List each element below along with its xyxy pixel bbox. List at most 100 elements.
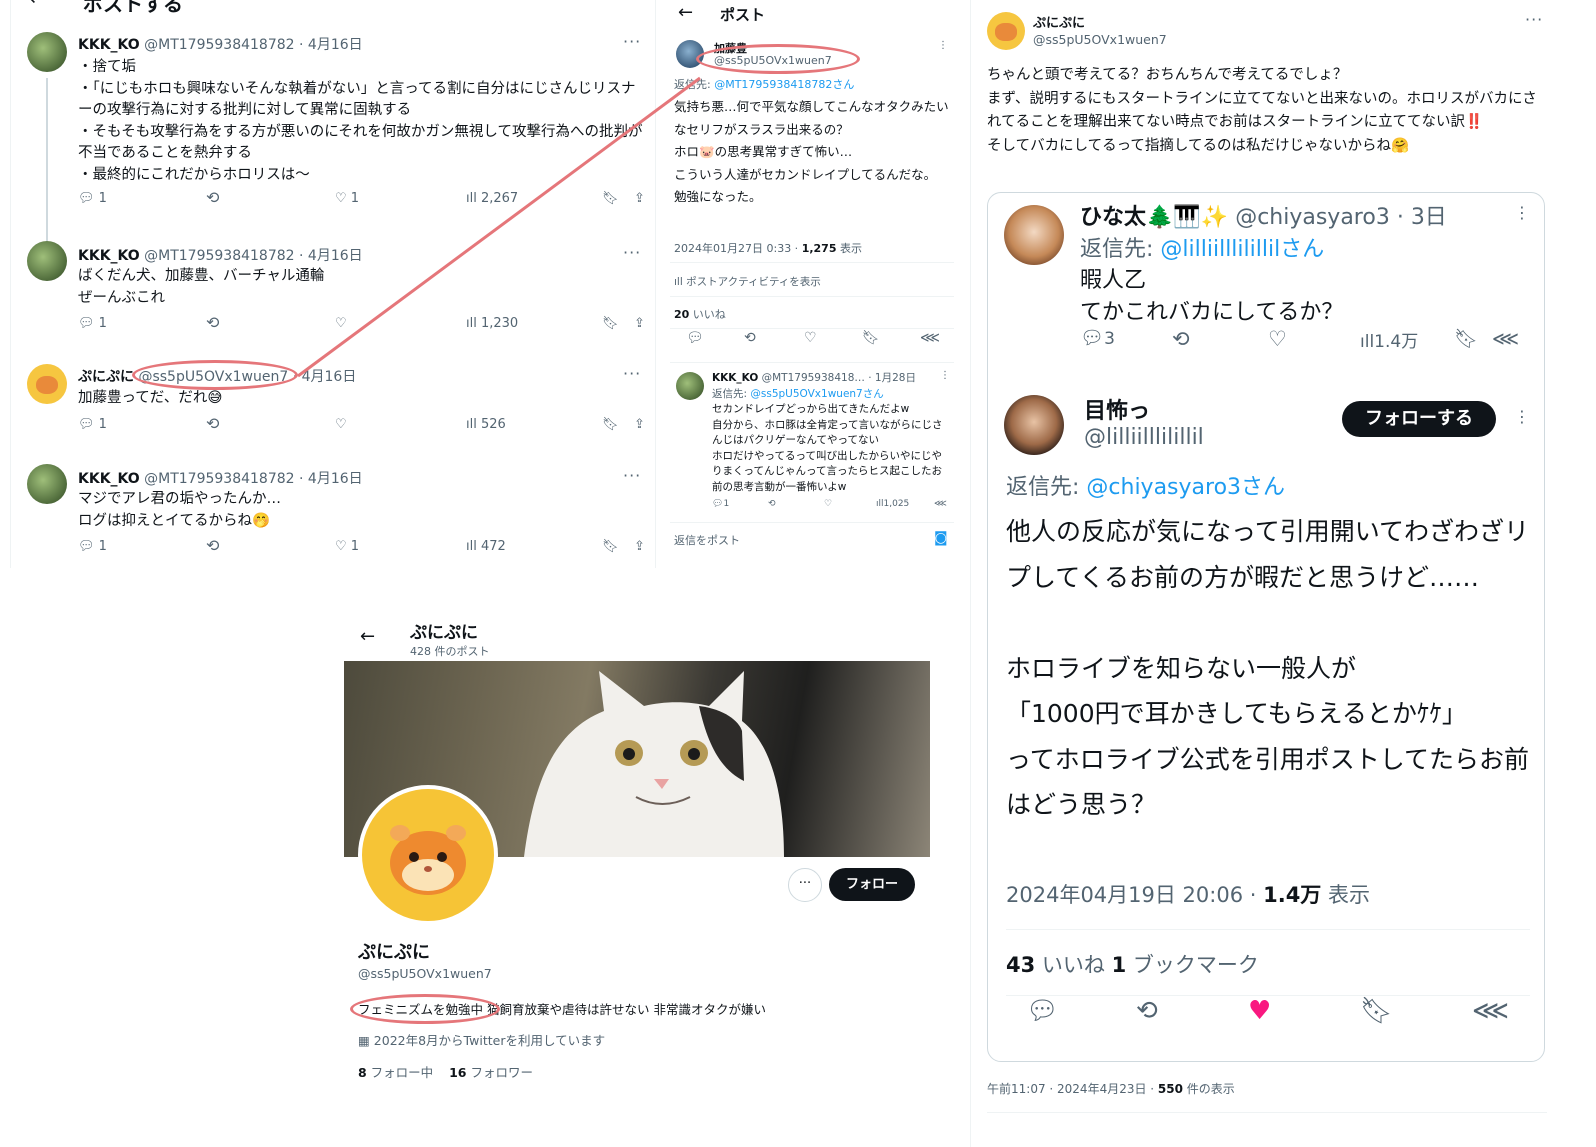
- reply-icon[interactable]: 💬︎: [1026, 998, 1059, 1024]
- share-icon[interactable]: ⇪: [634, 540, 645, 553]
- bookmark-icon[interactable]: 🔖︎: [602, 317, 619, 330]
- follow-button[interactable]: フォロー: [829, 868, 915, 901]
- retweet-icon[interactable]: ⟲: [206, 416, 219, 432]
- author-name[interactable]: KKK_KO: [78, 248, 140, 264]
- like-icon[interactable]: ♡: [1268, 328, 1287, 350]
- avatar[interactable]: [27, 464, 67, 504]
- bookmark-icon[interactable]: 🔖︎: [602, 540, 619, 553]
- quoted-post-card[interactable]: ひな太🌲🎹✨ @chiyasyaro3 · 3日 ⋮ 返信先: @lilliil…: [987, 192, 1545, 1062]
- like-stats[interactable]: 20 いいね: [674, 306, 726, 322]
- profile-avatar[interactable]: [358, 785, 498, 925]
- more-dots-icon[interactable]: ···: [623, 466, 641, 485]
- author-handle[interactable]: @MT1795938418782: [144, 471, 294, 487]
- back-arrow-icon[interactable]: ←: [678, 2, 693, 23]
- retweet-icon[interactable]: ⟲: [206, 538, 219, 554]
- views-icon[interactable]: ıll: [466, 317, 477, 330]
- back-arrow-icon[interactable]: ←: [29, 0, 46, 10]
- bookmark-icon[interactable]: 🔖︎: [602, 418, 619, 431]
- author-name[interactable]: KKK_KO: [712, 372, 758, 384]
- following-link[interactable]: 8 フォロー中: [358, 1065, 433, 1080]
- author-handle[interactable]: @lilliilllilillil: [1084, 425, 1204, 450]
- reply-to-handle[interactable]: @ss5pU5OVx1wuen7さん: [750, 388, 883, 400]
- bookmark-icon[interactable]: 🔖︎: [602, 192, 619, 205]
- author-handle[interactable]: @MT1795938418782: [144, 37, 294, 53]
- retweet-icon[interactable]: ⟲: [744, 331, 756, 345]
- avatar[interactable]: [27, 364, 67, 404]
- more-dots-icon[interactable]: ⋮: [1514, 407, 1531, 426]
- avatar[interactable]: [1004, 395, 1064, 455]
- share-icon[interactable]: ⇪: [634, 317, 645, 330]
- more-dots-icon[interactable]: ⋮: [1514, 203, 1531, 222]
- like-icon[interactable]: ♡: [335, 192, 347, 205]
- like-icon[interactable]: ♡: [824, 499, 832, 509]
- more-dots-icon[interactable]: ···: [1525, 10, 1543, 29]
- post-date[interactable]: · 3日: [1397, 205, 1447, 230]
- share-icon[interactable]: ⋘: [1492, 329, 1519, 349]
- share-icon[interactable]: ⇪: [634, 192, 645, 205]
- author-name[interactable]: ぷにぷに: [78, 369, 134, 385]
- author-name[interactable]: ひな太🌲🎹✨: [1080, 205, 1228, 230]
- followers-link[interactable]: 16 フォロワー: [449, 1065, 533, 1080]
- author-handle[interactable]: @ss5pU5OVx1wuen7: [1033, 32, 1167, 47]
- bookmark-icon[interactable]: 🔖︎: [1454, 329, 1478, 349]
- share-icon[interactable]: ⋘: [1472, 998, 1509, 1024]
- reply-to-handle[interactable]: @lilliilllilillilさん: [1160, 237, 1324, 262]
- reply-icon[interactable]: 💬︎: [78, 317, 95, 330]
- engagement-stats[interactable]: 43 いいね 1 ブックマーク: [1006, 949, 1259, 979]
- reply-icon[interactable]: 💬︎: [78, 418, 95, 431]
- share-icon[interactable]: ⋘: [934, 499, 947, 509]
- more-dots-icon[interactable]: ···: [623, 364, 641, 383]
- more-dots-icon[interactable]: ⋮: [940, 370, 951, 381]
- avatar[interactable]: [987, 12, 1025, 50]
- avatar[interactable]: [676, 372, 704, 400]
- reply-compose-input[interactable]: 返信をポスト: [674, 532, 740, 548]
- avatar[interactable]: [1004, 205, 1064, 265]
- post-date[interactable]: · 1月28日: [868, 372, 916, 384]
- like-icon[interactable]: ♡: [335, 317, 347, 330]
- views-icon[interactable]: ıll: [876, 500, 884, 509]
- author-name[interactable]: KKK_KO: [78, 37, 140, 53]
- more-dots-icon[interactable]: ···: [623, 243, 641, 262]
- author-name[interactable]: ぷにぷに: [1033, 12, 1085, 31]
- reply-to-handle[interactable]: @MT1795938418782さん: [714, 78, 854, 91]
- post-date[interactable]: · 4月16日: [299, 471, 363, 487]
- more-dots-icon[interactable]: ···: [623, 32, 641, 51]
- reply-icon[interactable]: 💬︎: [712, 500, 723, 509]
- reply-icon[interactable]: 💬︎: [78, 540, 95, 553]
- bookmark-icon[interactable]: 🔖︎: [862, 331, 880, 345]
- author-handle[interactable]: @MT1795938418782: [144, 248, 294, 264]
- post-date[interactable]: · 4月16日: [299, 248, 363, 264]
- post-activity-link[interactable]: ıll ポストアクティビティを表示: [674, 274, 821, 289]
- avatar[interactable]: [676, 40, 704, 68]
- author-handle[interactable]: @chiyasyaro3: [1235, 205, 1390, 230]
- camera-icon[interactable]: ◙: [934, 530, 948, 546]
- reply-icon[interactable]: 💬︎: [686, 331, 704, 345]
- tweet[interactable]: KKK_KO @MT1795938418782 · 4月16日 ··· ばくだん…: [11, 237, 655, 352]
- views-icon[interactable]: ıll: [1360, 333, 1374, 351]
- tweet[interactable]: ぷにぷに @ss5pU5OVx1wuen7 · 4月16日 ··· 加藤豊ってだ…: [11, 360, 655, 455]
- like-icon[interactable]: ♡: [335, 418, 347, 431]
- more-button[interactable]: ···: [788, 868, 822, 902]
- tweet[interactable]: KKK_KO @MT1795938418782 · 4月16日 ··· ・捨て垢…: [11, 28, 655, 258]
- retweet-icon[interactable]: ⟲: [1172, 328, 1190, 350]
- share-icon[interactable]: ⇪: [634, 418, 645, 431]
- tweet[interactable]: KKK_KO @MT1795938418782 · 4月16日 ··· マジでア…: [11, 460, 655, 568]
- author-name[interactable]: KKK_KO: [78, 471, 140, 487]
- author-handle[interactable]: @ss5pU5OVx1wuen7: [138, 369, 288, 385]
- author-name[interactable]: 目怖っ: [1084, 393, 1150, 425]
- like-icon[interactable]: ♥: [1248, 998, 1271, 1024]
- share-icon[interactable]: ⋘: [920, 331, 940, 345]
- retweet-icon[interactable]: ⟲: [206, 190, 219, 206]
- reply-to-handle[interactable]: @chiyasyaro3さん: [1086, 475, 1285, 500]
- like-icon[interactable]: ♡: [335, 540, 347, 553]
- author-handle[interactable]: @ss5pU5OVx1wuen7: [714, 54, 832, 67]
- more-dots-icon[interactable]: ⋮: [938, 40, 949, 51]
- bookmark-icon[interactable]: 🔖︎: [1360, 998, 1393, 1024]
- post-date[interactable]: · 4月16日: [293, 369, 357, 385]
- retweet-icon[interactable]: ⟲: [206, 315, 219, 331]
- follow-button[interactable]: フォローする: [1342, 401, 1496, 437]
- retweet-icon[interactable]: ⟲: [768, 499, 776, 509]
- post-date[interactable]: · 4月16日: [299, 37, 363, 53]
- avatar[interactable]: [27, 241, 67, 281]
- views-icon[interactable]: ıll: [466, 192, 477, 205]
